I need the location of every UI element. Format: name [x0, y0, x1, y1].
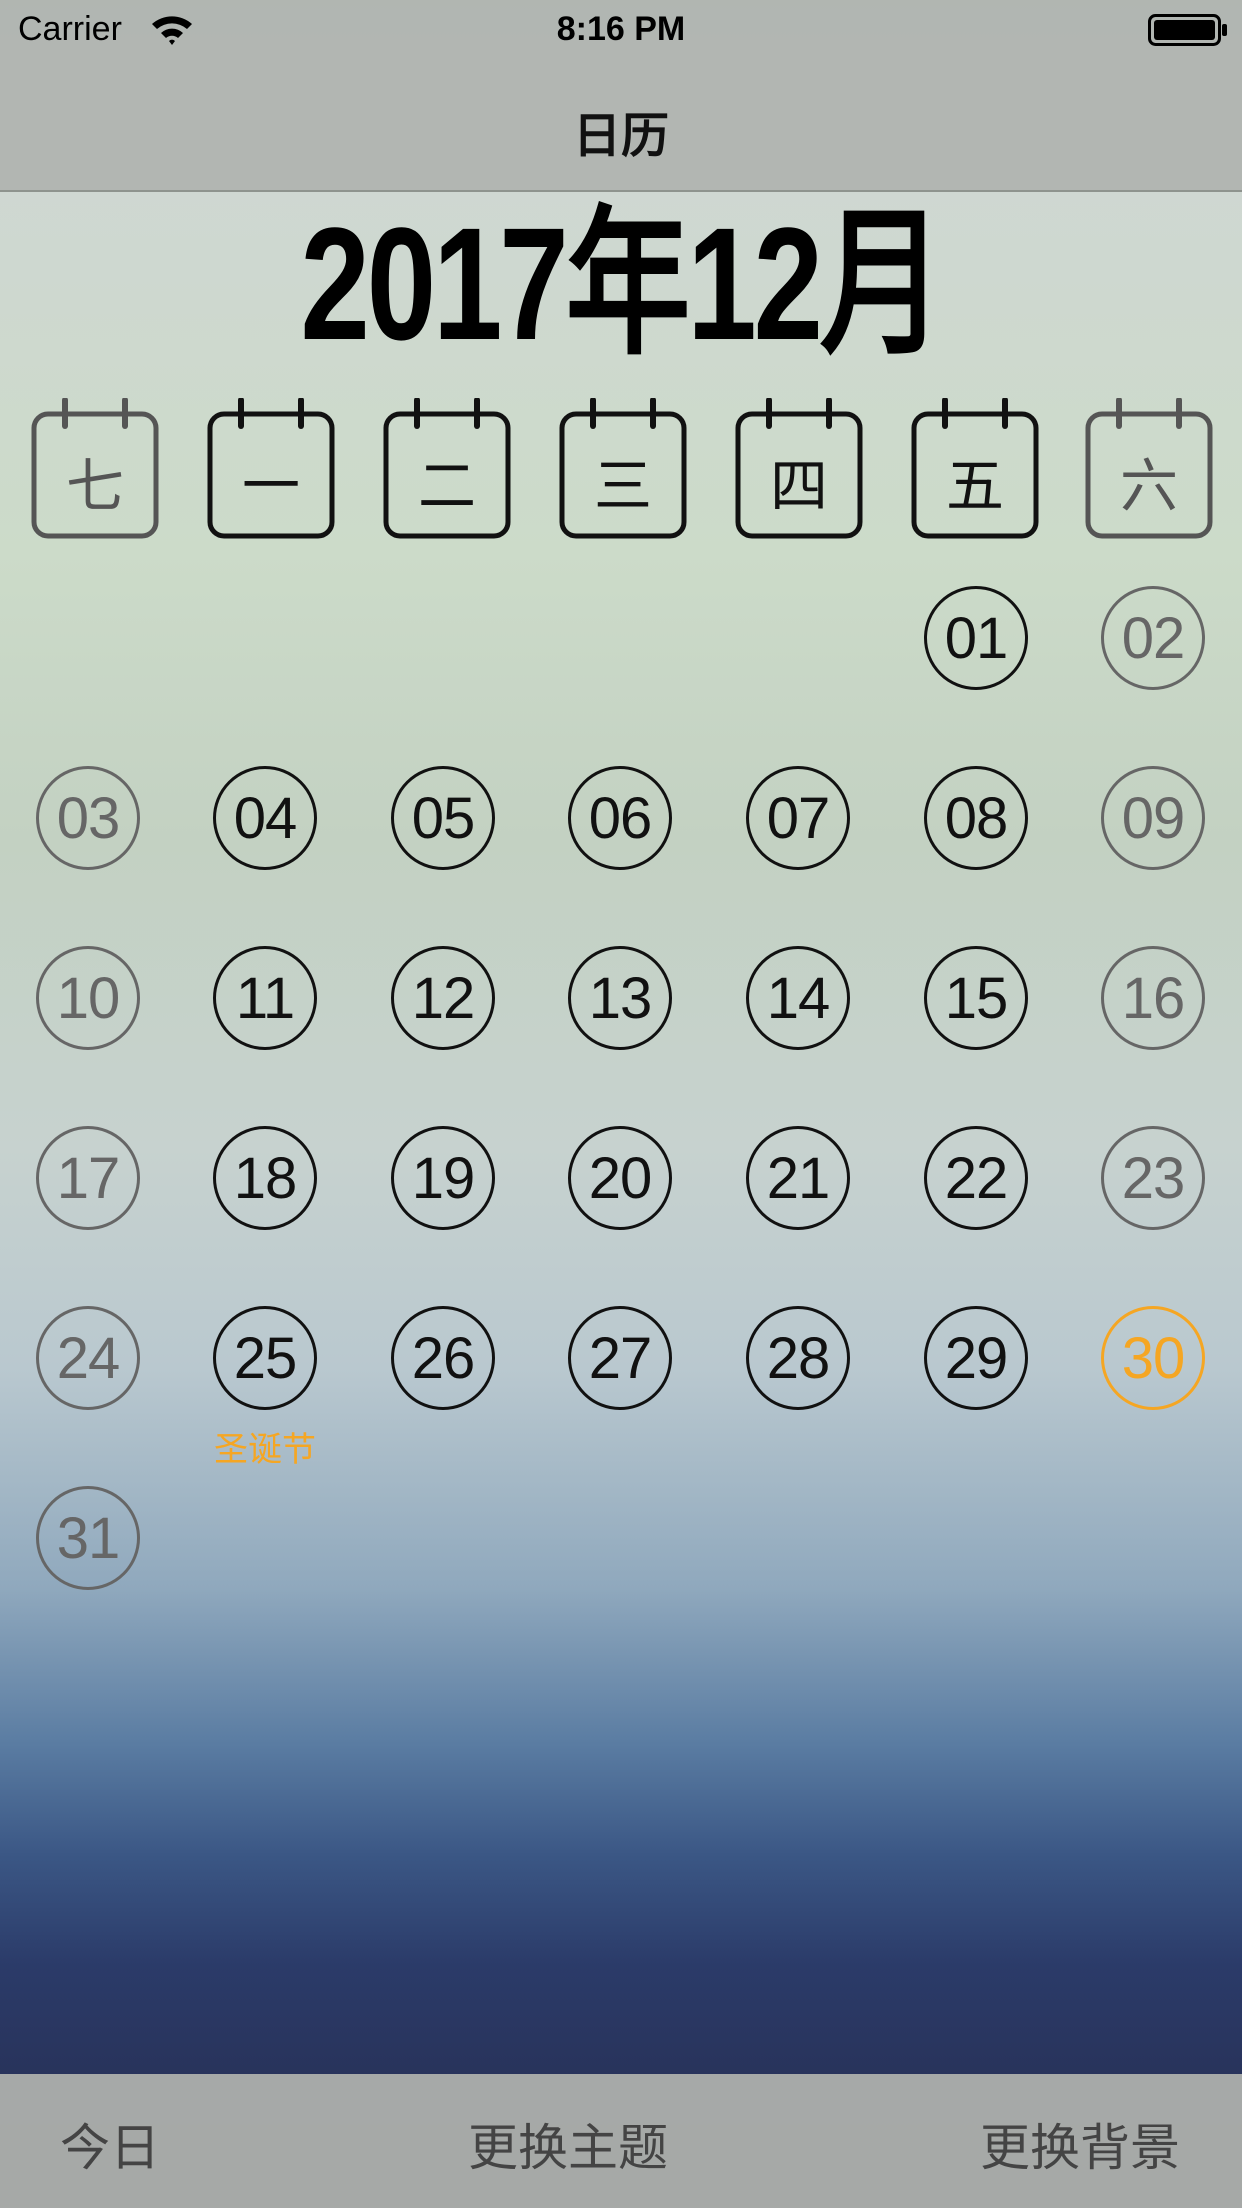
day-cell[interactable]: 07 [746, 766, 850, 870]
day-cell[interactable]: 09 [1101, 766, 1205, 870]
day-cell[interactable]: 24 [36, 1306, 140, 1410]
day-cell[interactable]: 25 [213, 1306, 317, 1410]
day-cell[interactable]: 23 [1101, 1126, 1205, 1230]
day-cell[interactable]: 27 [568, 1306, 672, 1410]
day-cell[interactable]: 15 [924, 946, 1028, 1050]
day-cell[interactable]: 28 [746, 1306, 850, 1410]
weekday-label: 三 [593, 452, 652, 520]
day-cell[interactable]: 10 [36, 946, 140, 1050]
bottom-toolbar: 今日 更换主题 更换背景 [0, 2074, 1242, 2208]
change-theme-button[interactable]: 更换主题 [0, 2108, 1136, 2180]
day-cell[interactable]: 21 [746, 1126, 850, 1230]
weekday-header-4: 四 [735, 398, 863, 540]
holiday-label: 圣诞节 [214, 1430, 316, 1470]
weekday-header-0: 七 [31, 398, 159, 540]
day-cell[interactable]: 04 [213, 766, 317, 870]
day-cell[interactable]: 18 [213, 1126, 317, 1230]
day-cell[interactable]: 11 [213, 946, 317, 1050]
battery-icon [1148, 14, 1228, 51]
day-cell-today[interactable]: 30 [1101, 1306, 1205, 1410]
day-cell[interactable]: 26 [391, 1306, 495, 1410]
day-cell[interactable]: 12 [391, 946, 495, 1050]
weekday-header-1: 一 [207, 398, 335, 540]
day-cell[interactable]: 29 [924, 1306, 1028, 1410]
day-cell[interactable]: 20 [568, 1126, 672, 1230]
weekday-header-6: 六 [1085, 398, 1213, 540]
month-title: 2017年12月 [300, 194, 944, 373]
weekday-label: 一 [241, 452, 300, 520]
weekday-label: 六 [1119, 452, 1178, 520]
status-bar: Carrier 8:16 PM [0, 0, 1242, 60]
weekday-header-2: 二 [383, 398, 511, 540]
page-title: 日历 [572, 108, 669, 164]
day-cell[interactable]: 14 [746, 946, 850, 1050]
navigation-bar: 日历 [0, 60, 1242, 192]
day-cell[interactable]: 03 [36, 766, 140, 870]
day-cell[interactable]: 01 [924, 586, 1028, 690]
day-cell[interactable]: 17 [36, 1126, 140, 1230]
status-time: 8:16 PM [556, 10, 686, 48]
day-cell[interactable]: 06 [568, 766, 672, 870]
day-cell[interactable]: 31 [36, 1486, 140, 1590]
weekday-label: 四 [769, 452, 828, 520]
day-cell[interactable]: 08 [924, 766, 1028, 870]
day-cell[interactable]: 05 [391, 766, 495, 870]
day-cell[interactable]: 02 [1101, 586, 1205, 690]
weekday-label: 七 [65, 452, 124, 520]
day-cell[interactable]: 19 [391, 1126, 495, 1230]
weekday-header-5: 五 [911, 398, 1039, 540]
day-cell[interactable]: 22 [924, 1126, 1028, 1230]
change-background-button[interactable]: 更换背景 [980, 2108, 1180, 2180]
weekday-label: 五 [945, 452, 1004, 520]
weekday-header-3: 三 [559, 398, 687, 540]
weekday-label: 二 [417, 452, 476, 520]
day-cell[interactable]: 13 [568, 946, 672, 1050]
day-cell[interactable]: 16 [1101, 946, 1205, 1050]
